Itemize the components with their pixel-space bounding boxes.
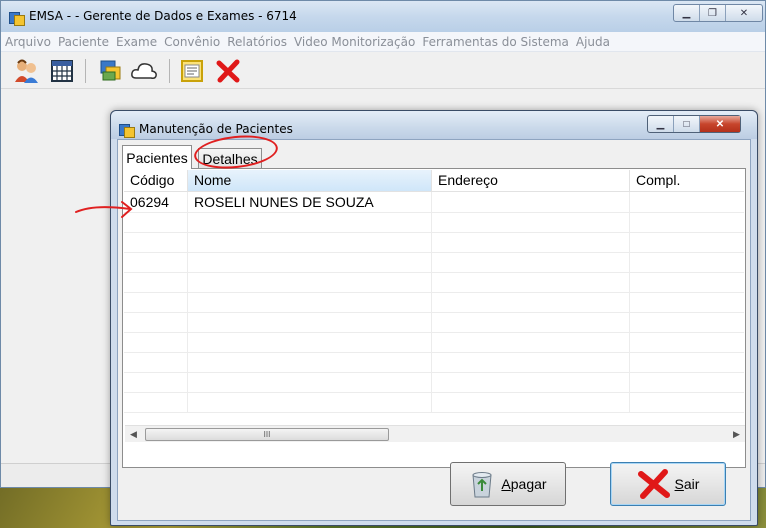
dialog-titlebar[interactable]: Manutenção de Pacientes ▁ □ ✕ <box>111 111 757 139</box>
recycle-bin-icon <box>472 472 492 498</box>
empty-row <box>124 272 744 293</box>
exit-button[interactable]: Sair <box>610 462 726 506</box>
delete-button-label: Apagar <box>501 476 547 492</box>
dialog-body: Pacientes Detalhes Código Nome Endereço … <box>117 139 751 521</box>
menu-relatorios[interactable]: Relatórios <box>227 35 287 49</box>
scroll-thumb[interactable]: III <box>145 428 389 441</box>
caption-buttons: ▁ ❐ ✕ <box>673 4 763 22</box>
empty-row <box>124 212 744 233</box>
red-x-icon <box>637 469 670 499</box>
delete-button[interactable]: Apagar <box>450 462 566 506</box>
menu-ajuda[interactable]: Ajuda <box>576 35 610 49</box>
cloud-button[interactable] <box>129 56 159 86</box>
menu-arquivo[interactable]: Arquivo <box>5 35 51 49</box>
patients-icon <box>15 59 38 83</box>
exit-button-label: Sair <box>674 476 700 492</box>
patients-grid: Código Nome Endereço Compl. 06294 ROSELI… <box>124 170 744 423</box>
empty-row <box>124 252 744 273</box>
column-header-compl[interactable]: Compl. <box>630 170 744 191</box>
empty-row <box>124 232 744 253</box>
menu-ferramentas[interactable]: Ferramentas do Sistema <box>422 35 569 49</box>
toolbar <box>1 53 765 89</box>
patients-dialog: Manutenção de Pacientes ▁ □ ✕ Pacientes … <box>110 110 758 526</box>
menu-convenio[interactable]: Convênio <box>164 35 220 49</box>
dialog-minimize-button[interactable]: ▁ <box>648 116 674 132</box>
scroll-left-icon[interactable]: ◀ <box>125 426 142 443</box>
minimize-button[interactable]: ▁ <box>674 5 700 21</box>
column-header-codigo[interactable]: Código <box>124 170 188 191</box>
tab-pacientes[interactable]: Pacientes <box>122 145 192 169</box>
close-button[interactable]: ✕ <box>726 5 762 21</box>
toolbar-separator <box>85 59 86 83</box>
toolbar-separator <box>169 59 170 83</box>
restore-button[interactable]: ❐ <box>700 5 726 21</box>
dialog-close-button[interactable]: ✕ <box>700 116 740 132</box>
column-header-endereco[interactable]: Endereço <box>432 170 630 191</box>
menu-video-monitorizacao[interactable]: Video Monitorização <box>294 35 415 49</box>
calendar-grid-icon <box>51 60 73 82</box>
database-icon <box>100 60 121 81</box>
close-x-icon <box>216 59 240 83</box>
close-toolbar-button[interactable] <box>213 56 243 86</box>
column-header-nome[interactable]: Nome <box>188 170 432 191</box>
dialog-caption-buttons: ▁ □ ✕ <box>647 115 741 133</box>
window-title: EMSA - - Gerente de Dados e Exames - 671… <box>29 9 297 23</box>
annotation-arrow-icon <box>75 201 133 218</box>
cell-endereco[interactable] <box>432 192 630 212</box>
dialog-maximize-button[interactable]: □ <box>674 116 700 132</box>
database-button[interactable] <box>95 56 125 86</box>
empty-row <box>124 292 744 313</box>
empty-row <box>124 372 744 393</box>
empty-row <box>124 392 744 413</box>
app-icon <box>9 10 25 26</box>
grid-header: Código Nome Endereço Compl. <box>124 170 744 192</box>
report-icon <box>181 60 203 82</box>
dialog-app-icon <box>119 122 135 138</box>
cloud-icon <box>131 63 157 79</box>
horizontal-scrollbar[interactable]: ◀ III ▶ <box>125 425 745 442</box>
main-titlebar[interactable]: EMSA - - Gerente de Dados e Exames - 671… <box>1 1 765 32</box>
menu-paciente[interactable]: Paciente <box>58 35 109 49</box>
dialog-title: Manutenção de Pacientes <box>139 122 293 136</box>
tab-panel-pacientes: Código Nome Endereço Compl. 06294 ROSELI… <box>122 168 746 468</box>
table-row[interactable]: 06294 ROSELI NUNES DE SOUZA <box>124 192 744 213</box>
empty-row <box>124 352 744 373</box>
menu-exame[interactable]: Exame <box>116 35 157 49</box>
scroll-right-icon[interactable]: ▶ <box>728 426 745 443</box>
calendar-button[interactable] <box>47 56 77 86</box>
empty-row <box>124 312 744 333</box>
empty-row <box>124 332 744 353</box>
menubar: Arquivo Paciente Exame Convênio Relatóri… <box>1 32 765 52</box>
cell-compl[interactable] <box>630 192 744 212</box>
report-button[interactable] <box>177 56 207 86</box>
patients-button[interactable] <box>11 56 41 86</box>
cell-nome[interactable]: ROSELI NUNES DE SOUZA <box>188 192 432 212</box>
